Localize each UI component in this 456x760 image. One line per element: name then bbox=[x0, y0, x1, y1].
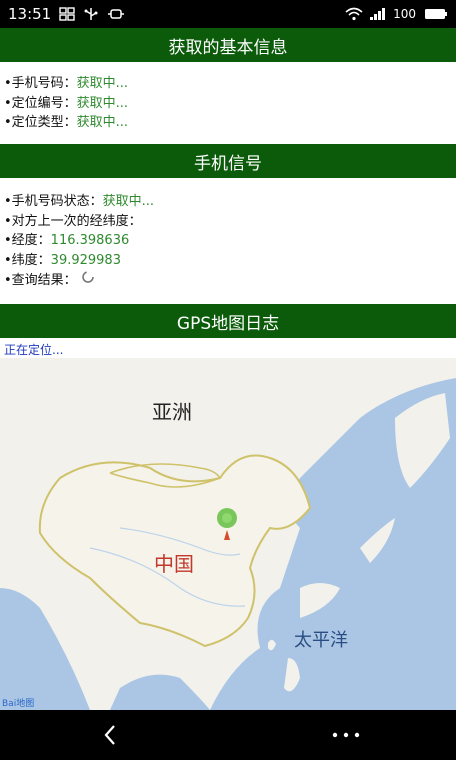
list-item: •纬度：39.929983 bbox=[4, 251, 452, 271]
row-label: •手机号码： bbox=[4, 76, 77, 91]
battery-percent: 100 bbox=[393, 7, 416, 21]
list-item: •对方上一次的经纬度： bbox=[4, 212, 452, 232]
list-item: •查询结果： bbox=[4, 270, 452, 291]
gps-log-title: GPS地图日志 bbox=[176, 313, 280, 334]
basic-info-header: 获取的基本信息 bbox=[0, 28, 456, 62]
map-canvas[interactable] bbox=[0, 358, 456, 710]
row-label: •对方上一次的经纬度： bbox=[4, 213, 142, 229]
status-time: 13:51 bbox=[8, 5, 52, 23]
list-item: •手机号码：获取中... bbox=[4, 74, 452, 94]
row-value: 获取中... bbox=[102, 194, 155, 209]
battery-icon bbox=[424, 7, 448, 21]
basic-info-list: •手机号码：获取中... •定位编号：获取中... •定位类型：获取中... bbox=[4, 74, 452, 133]
signal-icon bbox=[369, 7, 386, 21]
row-label: •查询结果： bbox=[4, 272, 77, 288]
map-label-china: 中国 bbox=[154, 552, 194, 576]
map-label-pacific: 太平洋 bbox=[294, 630, 348, 651]
loading-spinner-icon bbox=[81, 270, 95, 291]
phone-signal-list: •手机号码状态：获取中... •对方上一次的经纬度： •经度：116.39863… bbox=[4, 192, 452, 291]
list-item: •定位类型：获取中... bbox=[4, 113, 452, 133]
more-icon bbox=[332, 732, 360, 738]
list-item: •手机号码状态：获取中... bbox=[4, 192, 452, 212]
basic-info-title: 获取的基本信息 bbox=[168, 37, 288, 58]
row-label: •纬度： bbox=[4, 252, 51, 268]
row-value: 获取中... bbox=[76, 76, 129, 91]
row-label: •经度： bbox=[4, 233, 51, 248]
usb-icon bbox=[83, 7, 99, 21]
map-view[interactable]: 亚洲 中国 太平洋 Bai地图 bbox=[0, 358, 456, 710]
wifi-icon bbox=[345, 7, 363, 21]
row-value: 获取中... bbox=[76, 115, 129, 130]
gps-log-header: GPS地图日志 bbox=[0, 304, 456, 338]
row-value: 获取中... bbox=[76, 95, 129, 111]
list-item: •经度：116.398636 bbox=[4, 231, 452, 251]
map-label-asia: 亚洲 bbox=[152, 400, 192, 424]
row-value: 116.398636 bbox=[50, 233, 130, 248]
row-label: •定位编号： bbox=[4, 95, 77, 111]
phone-signal-title: 手机信号 bbox=[194, 153, 262, 174]
location-status: 正在定位... bbox=[4, 343, 64, 357]
grid-icon bbox=[59, 7, 75, 21]
back-icon bbox=[104, 725, 115, 745]
more-button[interactable] bbox=[326, 715, 366, 755]
row-label: •手机号码状态： bbox=[4, 194, 103, 209]
navigation-bar bbox=[0, 710, 456, 760]
back-button[interactable] bbox=[90, 715, 130, 755]
baidu-logo: Bai地图 bbox=[2, 699, 35, 709]
status-bar: 13:51 100 bbox=[0, 0, 456, 28]
debug-icon bbox=[107, 7, 125, 21]
phone-signal-header: 手机信号 bbox=[0, 144, 456, 178]
row-label: •定位类型： bbox=[4, 115, 77, 130]
row-value: 39.929983 bbox=[50, 252, 121, 268]
list-item: •定位编号：获取中... bbox=[4, 94, 452, 114]
